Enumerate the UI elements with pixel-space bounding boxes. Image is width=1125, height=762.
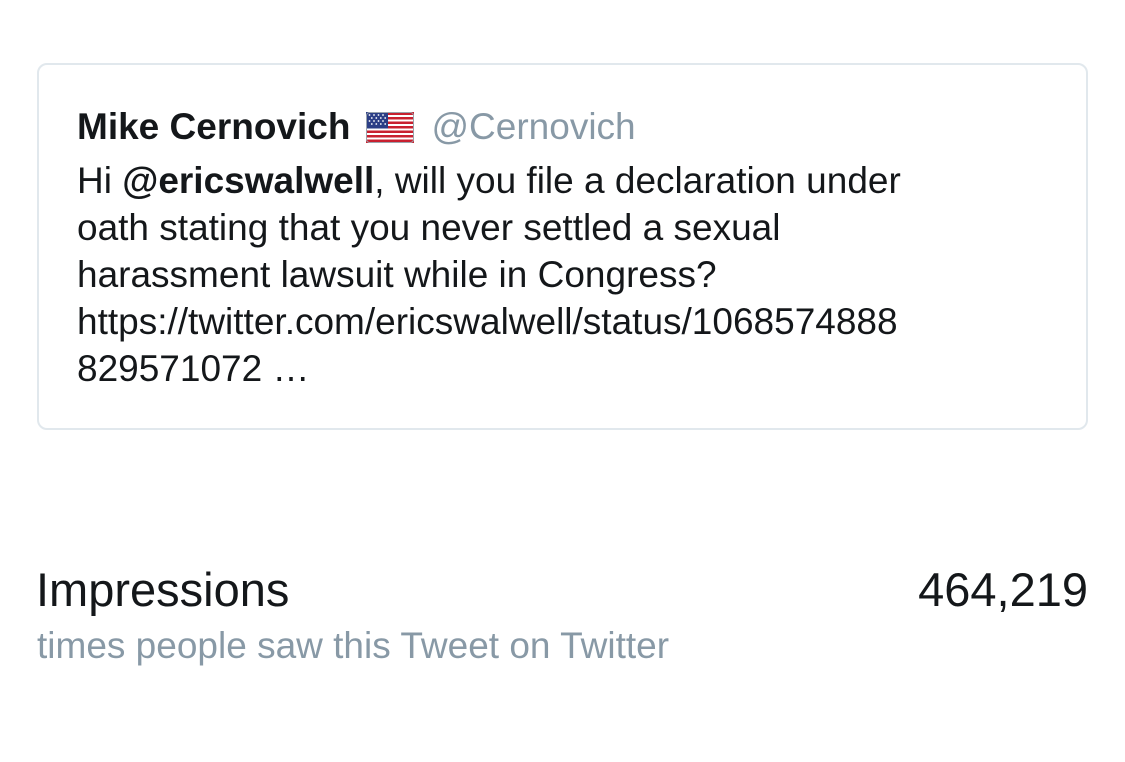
author-handle[interactable]: @Cernovich — [431, 106, 635, 148]
tweet-activity-page: Mike Cernovich @Cernovich Hi @ericswalwe… — [0, 0, 1125, 762]
tweet-text-line-2: oath stating that you never settled a se… — [77, 207, 781, 248]
tweet-url-link[interactable]: https://twitter.com/ericswalwell/status/… — [77, 298, 1067, 345]
mention-link[interactable]: @ericswalwell — [122, 160, 374, 201]
impressions-label: Impressions — [36, 563, 290, 616]
tweet-text-prefix: Hi — [77, 160, 123, 201]
tweet-text: Hi @ericswalwell, will you file a declar… — [77, 157, 1067, 392]
quoted-tweet-card[interactable]: Mike Cernovich @Cernovich Hi @ericswalwe… — [37, 63, 1088, 430]
us-flag-icon — [366, 111, 415, 143]
tweet-text-line-3: harassment lawsuit while in Congress? — [77, 254, 717, 295]
impressions-value: 464,219 — [918, 563, 1088, 616]
tweet-header: Mike Cernovich @Cernovich — [77, 105, 636, 149]
tweet-text-line-1: Hi @ericswalwell, will you file a declar… — [77, 157, 1067, 204]
tweet-url-link-continued[interactable]: 829571072 … — [77, 345, 1067, 392]
author-name[interactable]: Mike Cernovich — [77, 106, 350, 148]
impressions-description: times people saw this Tweet on Twitter — [37, 625, 670, 666]
tweet-text-line-1-rest: , will you file a declaration under — [374, 160, 901, 201]
